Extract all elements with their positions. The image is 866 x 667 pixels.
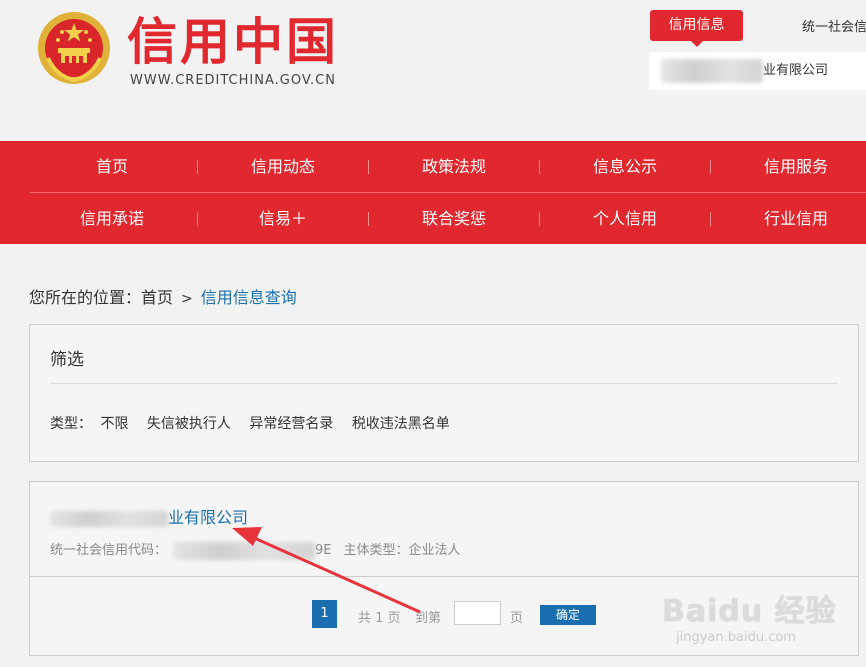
nav-item-credit-service[interactable]: 信用服务 xyxy=(726,141,866,192)
page-jump-input[interactable] xyxy=(454,601,501,625)
breadcrumb-separator: > xyxy=(181,291,193,307)
nav-separator xyxy=(539,160,540,174)
nav-item-xinyi[interactable]: 信易＋ xyxy=(213,193,353,244)
filter-type-label: 类型： xyxy=(50,416,92,432)
code-label: 统一社会信用代码： xyxy=(50,543,168,558)
redacted-text xyxy=(661,58,763,83)
main-nav: 首页 信用动态 政策法规 信息公示 信用服务 信用承诺 信易＋ 联合奖惩 个人信… xyxy=(0,141,866,244)
nav-item-joint-rewards[interactable]: 联合奖惩 xyxy=(384,193,524,244)
result-company-link[interactable]: 业有限公司 xyxy=(50,504,248,528)
nav-separator xyxy=(710,212,711,226)
site-header: 信用中国 WWW.CREDITCHINA.GOV.CN 信用信息 统一社会信 业… xyxy=(0,0,866,141)
breadcrumb-current[interactable]: 信用信息查询 xyxy=(201,288,297,307)
pager-unit: 页 xyxy=(510,611,524,626)
nav-separator xyxy=(368,212,369,226)
pager-goto: 到第 xyxy=(415,611,442,626)
filter-panel: 筛选 类型： 不限 失信被执行人 异常经营名录 税收违法黑名单 xyxy=(29,324,859,462)
pager-total: 共 1 页 xyxy=(358,611,401,626)
site-title[interactable]: 信用中国 xyxy=(127,10,339,74)
nav-item-home[interactable]: 首页 xyxy=(42,141,182,192)
tab-credit-info[interactable]: 信用信息 xyxy=(650,10,743,47)
page-number-current[interactable]: 1 xyxy=(312,600,337,628)
site-url: WWW.CREDITCHINA.GOV.CN xyxy=(130,73,336,88)
result-item: 业有限公司 统一社会信用代码： 9E 主体类型：企业法人 xyxy=(29,481,859,577)
national-emblem-icon xyxy=(38,12,110,84)
filter-divider xyxy=(50,383,838,384)
redacted-text xyxy=(50,510,168,527)
search-input[interactable]: 业有限公司 xyxy=(649,52,866,90)
watermark-brand: Baidu 经验 xyxy=(662,594,837,629)
entity-type-label: 主体类型： xyxy=(343,543,409,558)
watermark-url: jingyan.baidu.com xyxy=(676,630,796,645)
filter-option-all[interactable]: 不限 xyxy=(100,416,128,432)
nav-separator xyxy=(539,212,540,226)
breadcrumb-home-link[interactable]: 首页 xyxy=(141,288,173,307)
code-suffix: 9E xyxy=(315,543,332,558)
nav-row-1: 首页 信用动态 政策法规 信息公示 信用服务 xyxy=(0,141,866,192)
nav-separator xyxy=(368,160,369,174)
nav-item-credit-news[interactable]: 信用动态 xyxy=(213,141,353,192)
result-meta: 统一社会信用代码： 9E 主体类型：企业法人 xyxy=(50,539,461,560)
redacted-text xyxy=(173,541,316,560)
filter-option-abnormal[interactable]: 异常经营名录 xyxy=(249,416,333,432)
nav-separator xyxy=(197,212,198,226)
search-input-value: 业有限公司 xyxy=(763,63,829,78)
filter-option-tax-blacklist[interactable]: 税收违法黑名单 xyxy=(352,416,450,432)
nav-item-industry-credit[interactable]: 行业信用 xyxy=(726,193,866,244)
nav-separator xyxy=(197,160,198,174)
confirm-button[interactable]: 确定 xyxy=(540,605,596,625)
entity-type-value: 企业法人 xyxy=(408,543,461,558)
nav-item-credit-promise[interactable]: 信用承诺 xyxy=(42,193,182,244)
filter-title: 筛选 xyxy=(50,350,84,370)
nav-separator xyxy=(710,160,711,174)
tab-unified-code[interactable]: 统一社会信 xyxy=(802,16,866,35)
filter-option-dishonest[interactable]: 失信被执行人 xyxy=(147,416,231,432)
breadcrumb: 您所在的位置：首页 > 信用信息查询 xyxy=(29,284,297,308)
nav-item-policy[interactable]: 政策法规 xyxy=(384,141,524,192)
breadcrumb-prefix: 您所在的位置： xyxy=(29,288,142,307)
nav-row-2: 信用承诺 信易＋ 联合奖惩 个人信用 行业信用 xyxy=(0,193,866,244)
baidu-watermark: Baidu 经验 jingyan.baidu.com xyxy=(662,572,866,667)
filter-type-row: 类型： 不限 失信被执行人 异常经营名录 税收违法黑名单 xyxy=(50,413,464,433)
nav-item-personal-credit[interactable]: 个人信用 xyxy=(555,193,695,244)
nav-item-info-public[interactable]: 信息公示 xyxy=(555,141,695,192)
result-company-name: 业有限公司 xyxy=(168,508,249,527)
